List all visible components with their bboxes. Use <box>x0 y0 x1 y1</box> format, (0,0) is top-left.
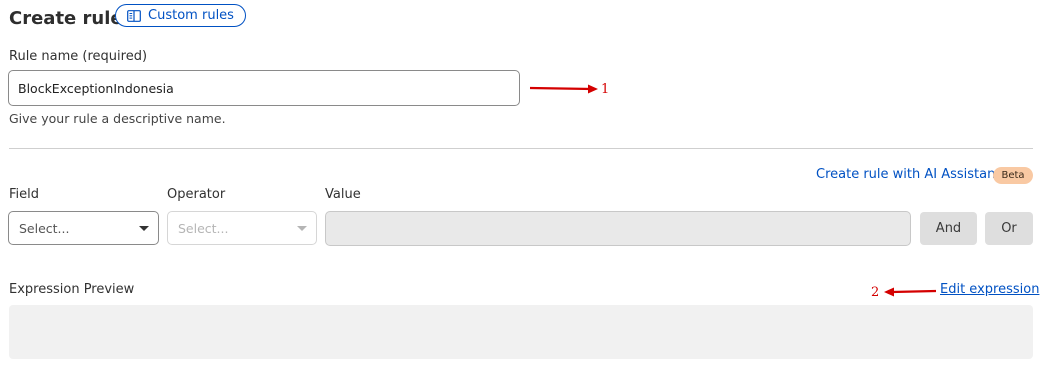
rule-name-hint: Give your rule a descriptive name. <box>9 111 226 126</box>
rule-name-input[interactable]: BlockExceptionIndonesia <box>8 70 520 106</box>
value-input[interactable] <box>325 211 911 246</box>
rule-name-value: BlockExceptionIndonesia <box>18 80 174 96</box>
annotation-arrow-2 <box>884 287 937 297</box>
beta-badge: Beta <box>993 167 1033 184</box>
and-button[interactable]: And <box>920 212 977 245</box>
page-title: Create rule <box>9 8 123 29</box>
annotation-arrow-1 <box>529 84 598 94</box>
field-select[interactable]: Select... <box>8 211 159 245</box>
operator-select[interactable]: Select... <box>167 211 317 245</box>
expression-preview-box <box>9 305 1033 359</box>
operator-select-placeholder: Select... <box>178 220 229 236</box>
book-icon <box>127 9 141 22</box>
rule-name-label: Rule name (required) <box>9 49 148 64</box>
expression-preview-label: Expression Preview <box>9 282 135 297</box>
chevron-down-icon <box>297 226 307 231</box>
annotation-number-2: 2 <box>871 285 880 300</box>
or-button[interactable]: Or <box>985 212 1033 245</box>
operator-label: Operator <box>167 187 226 202</box>
divider <box>9 148 1033 149</box>
chevron-down-icon <box>139 226 149 231</box>
value-label: Value <box>325 187 361 202</box>
field-select-placeholder: Select... <box>19 220 70 236</box>
annotation-number-1: 1 <box>601 82 610 97</box>
edit-expression-link[interactable]: Edit expression <box>940 282 1039 297</box>
field-label: Field <box>9 187 40 202</box>
custom-rules-button[interactable]: Custom rules <box>115 4 246 27</box>
create-rule-ai-assistant-link[interactable]: Create rule with AI Assistant <box>816 167 1000 182</box>
custom-rules-label: Custom rules <box>148 8 234 23</box>
